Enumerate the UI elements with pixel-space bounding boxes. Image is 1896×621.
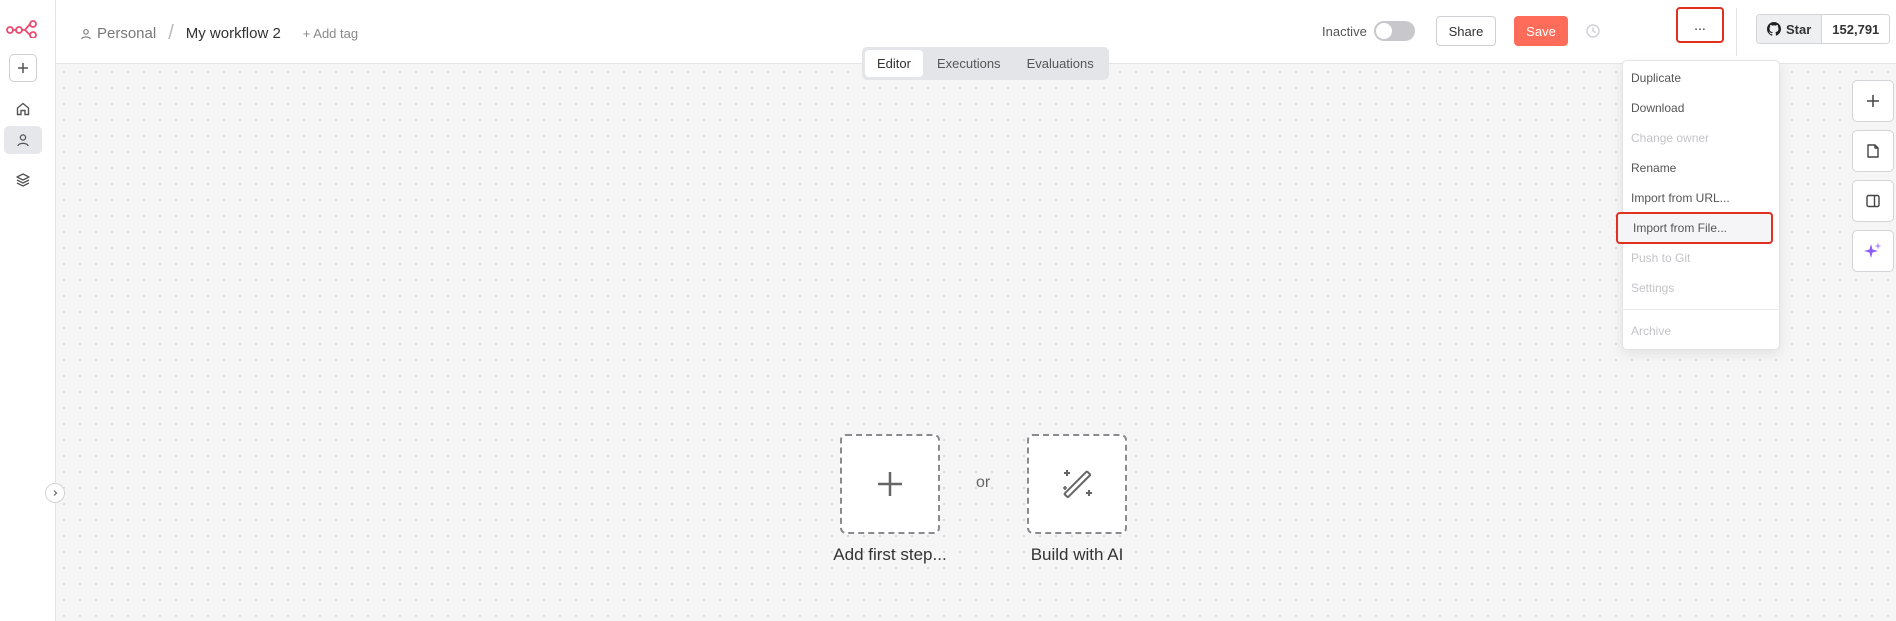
plus-icon xyxy=(878,472,902,496)
sidebar-collapse-button[interactable] xyxy=(45,483,65,503)
github-star-button[interactable]: Star xyxy=(1757,15,1823,43)
tab-evaluations[interactable]: Evaluations xyxy=(1015,50,1106,77)
user-icon xyxy=(17,134,29,147)
sticky-note-icon xyxy=(1867,144,1879,158)
menu-item-rename[interactable]: Rename xyxy=(1623,153,1779,183)
n8n-logo-icon[interactable] xyxy=(6,20,38,38)
more-options-menu: Duplicate Download Change owner Rename I… xyxy=(1616,60,1780,350)
add-node-button[interactable] xyxy=(1852,80,1894,122)
plus-icon xyxy=(1867,95,1879,107)
breadcrumb-project-label: Personal xyxy=(97,25,157,42)
share-button[interactable]: Share xyxy=(1436,16,1496,46)
create-button[interactable] xyxy=(9,54,37,82)
sidebar-item-overview[interactable] xyxy=(9,95,37,123)
user-icon xyxy=(81,28,91,39)
workflow-canvas[interactable] xyxy=(56,64,1896,621)
sidebar-item-projects[interactable] xyxy=(9,166,37,194)
github-star-count: 152,791 xyxy=(1822,15,1890,43)
sidebar-item-personal[interactable] xyxy=(4,126,42,154)
breadcrumb-project[interactable]: Personal xyxy=(80,25,156,42)
menu-item-push-to-git: Push to Git xyxy=(1631,251,1691,265)
menu-item-change-owner: Change owner xyxy=(1631,131,1710,145)
save-button[interactable]: Save xyxy=(1514,16,1568,46)
chevron-right-icon xyxy=(53,490,58,496)
github-icon xyxy=(1767,22,1781,36)
plus-icon xyxy=(18,63,28,73)
home-icon xyxy=(16,102,30,116)
menu-item-archive: Archive xyxy=(1631,324,1672,338)
menu-item-import-from-file[interactable]: Import from File... xyxy=(1616,212,1773,244)
view-tabs: Editor Executions Evaluations xyxy=(862,47,1109,80)
toggle-panel-button[interactable] xyxy=(1852,180,1894,222)
panel-icon xyxy=(1866,194,1880,208)
breadcrumb: Personal / My workflow 2 + Add tag xyxy=(80,22,358,45)
add-first-step-button[interactable] xyxy=(840,434,940,534)
add-tag-button[interactable]: + Add tag xyxy=(303,26,358,41)
menu-item-import-from-url[interactable]: Import from URL... xyxy=(1623,183,1779,213)
toggle-knob xyxy=(1376,23,1392,39)
menu-divider xyxy=(1623,309,1779,310)
menu-item-settings: Settings xyxy=(1631,281,1675,295)
github-star-label: Star xyxy=(1786,21,1812,37)
layers-icon xyxy=(16,173,30,187)
magic-wand-icon xyxy=(1063,470,1092,499)
workflow-status-label: Inactive xyxy=(1322,24,1367,39)
breadcrumb-separator: / xyxy=(168,22,174,44)
ai-assistant-button[interactable] xyxy=(1852,230,1894,272)
workflow-title[interactable]: My workflow 2 xyxy=(186,25,281,42)
tab-editor[interactable]: Editor xyxy=(865,50,923,77)
tab-executions[interactable]: Executions xyxy=(925,50,1013,77)
build-with-ai-button[interactable] xyxy=(1027,434,1127,534)
or-separator-text: or xyxy=(976,474,991,491)
header-divider xyxy=(1736,8,1737,56)
history-icon[interactable] xyxy=(1584,22,1602,40)
github-star-widget[interactable]: Star 152,791 xyxy=(1756,14,1891,44)
active-toggle[interactable] xyxy=(1374,21,1415,41)
build-with-ai-label: Build with AI xyxy=(1030,545,1124,564)
add-sticky-note-button[interactable] xyxy=(1852,130,1894,172)
more-options-button[interactable]: ... xyxy=(1676,7,1724,43)
left-sidebar xyxy=(0,0,56,621)
add-first-step-label: Add first step... xyxy=(833,545,947,564)
sparkles-icon xyxy=(1864,242,1882,258)
menu-item-download[interactable]: Download xyxy=(1623,93,1779,123)
menu-item-duplicate[interactable]: Duplicate xyxy=(1623,63,1779,93)
